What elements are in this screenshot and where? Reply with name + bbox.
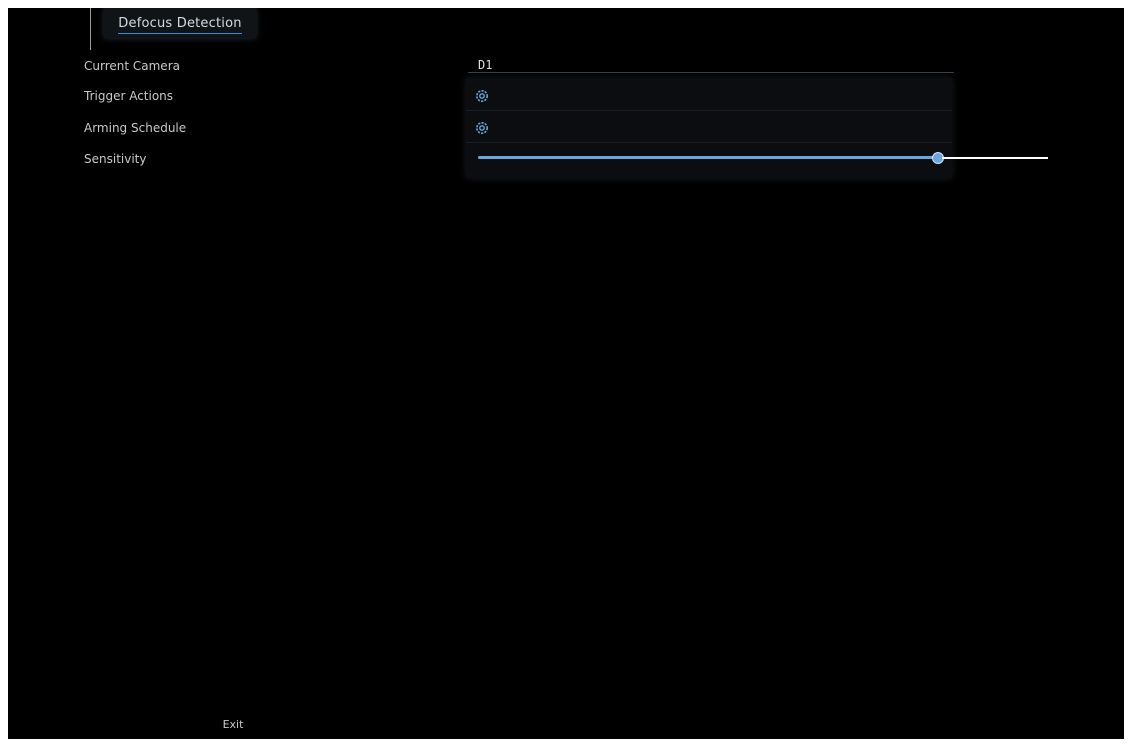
current-camera-label: Current Camera (84, 59, 180, 73)
arming-schedule-field (466, 114, 952, 143)
gear-icon[interactable] (474, 88, 490, 104)
trigger-actions-field (466, 82, 952, 111)
exit-button[interactable]: Exit (213, 718, 253, 734)
tab-divider (90, 8, 91, 50)
trigger-actions-label: Trigger Actions (84, 89, 174, 103)
tab-label: Defocus Detection (118, 15, 242, 31)
tab-defocus-detection[interactable]: Defocus Detection (104, 8, 256, 38)
arming-schedule-label: Arming Schedule (84, 121, 187, 135)
callout-line (942, 157, 1048, 159)
sensitivity-slider-fill (478, 156, 938, 159)
sensitivity-slider[interactable] (478, 152, 944, 164)
settings-field-panel (466, 78, 952, 178)
camera-field-underline (468, 72, 954, 73)
current-camera-value[interactable]: D1 (478, 58, 492, 72)
nvr-settings-screen: Defocus Detection Current Camera Trigger… (8, 8, 1124, 739)
sensitivity-label: Sensitivity (84, 152, 147, 166)
gear-icon[interactable] (474, 120, 490, 136)
tab-active-indicator (118, 33, 242, 34)
